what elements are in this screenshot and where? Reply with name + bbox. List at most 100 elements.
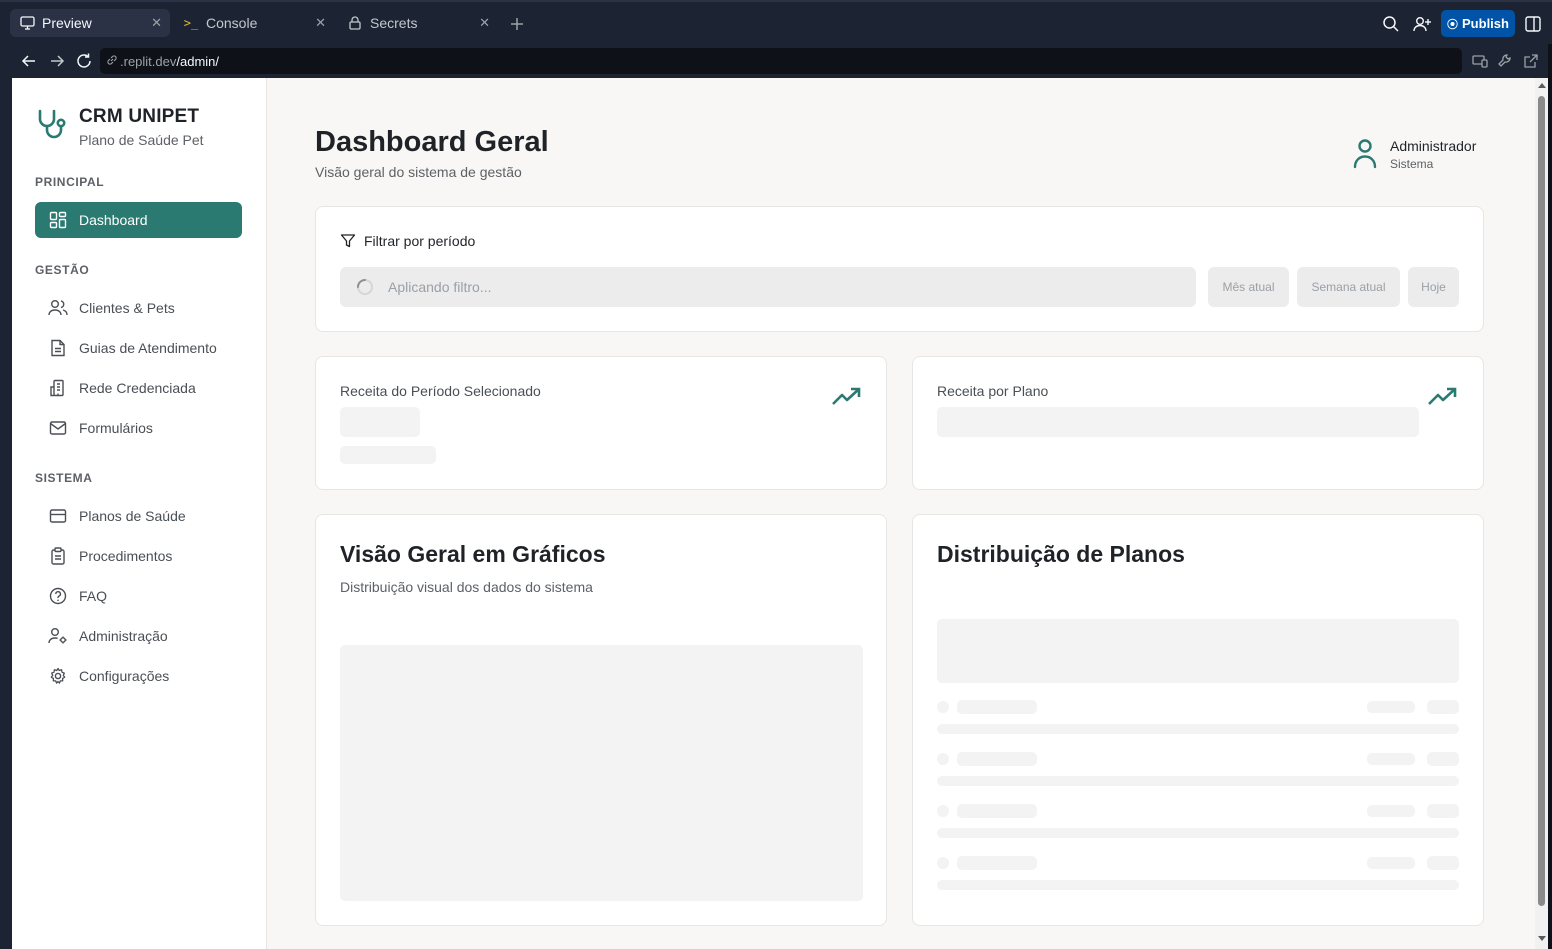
user-menu[interactable]: Administrador Sistema xyxy=(1350,136,1476,171)
trending-up-icon xyxy=(832,387,861,405)
skeleton-value xyxy=(340,407,420,437)
plan-revenue-label: Receita por Plano xyxy=(937,383,1049,399)
charts-card-title: Visão Geral em Gráficos xyxy=(340,541,606,567)
sidebar-item-label: Clientes & Pets xyxy=(79,300,175,316)
filter-placeholder: Aplicando filtro... xyxy=(388,279,492,295)
sidebar-item-label: Formulários xyxy=(79,420,153,436)
sidebar-item-planos[interactable]: Planos de Saúde xyxy=(35,498,242,534)
filter-title: Filtrar por período xyxy=(340,233,475,249)
credit-card-icon xyxy=(48,506,68,526)
sidebar-item-rede[interactable]: Rede Credenciada xyxy=(35,370,242,406)
building-icon xyxy=(48,378,68,398)
devices-icon[interactable] xyxy=(1471,52,1489,70)
left-gutter xyxy=(0,44,12,949)
nav-section-gestao: GESTÃO xyxy=(35,263,90,277)
sidebar-item-label: Dashboard xyxy=(79,212,148,228)
period-revenue-label: Receita do Período Selecionado xyxy=(340,383,541,399)
skeleton-bar xyxy=(937,776,1459,786)
skeleton-value xyxy=(937,407,1419,437)
reload-icon[interactable] xyxy=(75,52,93,70)
close-icon[interactable]: ✕ xyxy=(315,15,326,31)
preset-today-button[interactable]: Hoje xyxy=(1408,267,1459,307)
sidebar-item-clientes[interactable]: Clientes & Pets xyxy=(35,290,242,326)
user-role: Sistema xyxy=(1390,157,1434,171)
period-revenue-card: Receita do Período Selecionado xyxy=(315,356,887,490)
tab-label: Secrets xyxy=(370,15,418,31)
scrollbar-thumb[interactable] xyxy=(1538,96,1545,906)
sidebar-item-dashboard[interactable]: Dashboard xyxy=(35,202,242,238)
plans-distribution-card: Distribuição de Planos xyxy=(912,514,1484,926)
split-pane-icon[interactable] xyxy=(1523,14,1543,34)
sidebar-item-label: Administração xyxy=(79,628,168,644)
invite-user-icon[interactable] xyxy=(1412,14,1432,34)
lock-icon xyxy=(346,14,364,32)
monitor-icon xyxy=(18,14,36,32)
sidebar-item-administracao[interactable]: Administração xyxy=(35,618,242,654)
skeleton-value xyxy=(1427,804,1459,818)
sidebar-item-procedimentos[interactable]: Procedimentos xyxy=(35,538,242,574)
page-subtitle: Visão geral do sistema de gestão xyxy=(315,164,522,180)
sidebar-item-configuracoes[interactable]: Configurações xyxy=(35,658,242,694)
external-link-icon[interactable] xyxy=(1522,52,1540,70)
sidebar-item-formularios[interactable]: Formulários xyxy=(35,410,242,446)
skeleton-value xyxy=(1427,700,1459,714)
user-cog-icon xyxy=(48,626,68,646)
document-icon xyxy=(48,338,68,358)
url-bar: .replit.dev/admin/ xyxy=(12,44,1548,78)
terminal-icon: >_ xyxy=(183,16,199,30)
tab-console[interactable]: >_ Console ✕ xyxy=(174,9,334,37)
skeleton-bar xyxy=(937,880,1459,890)
sidebar-item-faq[interactable]: FAQ xyxy=(35,578,242,614)
skeleton-value xyxy=(1427,856,1459,870)
close-icon[interactable]: ✕ xyxy=(151,15,162,31)
wrench-icon[interactable] xyxy=(1496,52,1514,70)
vertical-scrollbar[interactable] xyxy=(1535,78,1548,949)
main-content: Dashboard Geral Visão geral do sistema d… xyxy=(267,78,1535,949)
users-icon xyxy=(48,298,68,318)
tab-secrets[interactable]: Secrets ✕ xyxy=(338,9,498,37)
skeleton-value xyxy=(1427,752,1459,766)
search-icon[interactable] xyxy=(1381,14,1401,34)
url-field[interactable]: .replit.dev/admin/ xyxy=(100,48,1462,74)
filter-title-label: Filtrar por período xyxy=(364,233,476,249)
url-host: .replit.dev xyxy=(120,53,177,69)
forward-arrow-icon[interactable] xyxy=(48,52,66,70)
scroll-down-icon[interactable] xyxy=(1538,936,1546,941)
user-icon xyxy=(1350,136,1380,170)
trending-up-icon xyxy=(1428,387,1457,405)
tab-label: Console xyxy=(206,15,258,31)
skeleton-bar xyxy=(937,828,1459,838)
loading-spinner-icon xyxy=(357,279,373,295)
skeleton-label xyxy=(957,856,1037,870)
tab-preview[interactable]: Preview ✕ xyxy=(10,9,170,37)
preview-viewport: CRM UNIPET Plano de Saúde Pet PRINCIPAL … xyxy=(12,78,1548,949)
skeleton-chart xyxy=(340,645,863,901)
publish-button[interactable]: ⦿ Publish xyxy=(1441,10,1515,37)
workspace-tab-bar: Preview ✕ >_ Console ✕ Secrets ✕ ⦿ Publi… xyxy=(0,0,1552,44)
skeleton-label xyxy=(957,804,1037,818)
add-tab-icon[interactable] xyxy=(507,14,527,34)
skeleton-dot xyxy=(937,701,949,713)
skeleton-bar xyxy=(937,724,1459,734)
stethoscope-icon xyxy=(35,108,69,142)
user-name: Administrador xyxy=(1390,138,1477,154)
gear-icon xyxy=(48,666,68,686)
skeleton-caption xyxy=(340,446,436,464)
sidebar-item-guias[interactable]: Guias de Atendimento xyxy=(35,330,242,366)
close-icon[interactable]: ✕ xyxy=(479,15,490,31)
publish-icon: ⦿ xyxy=(1447,18,1459,31)
sidebar-item-label: Configurações xyxy=(79,668,170,684)
brand: CRM UNIPET Plano de Saúde Pet xyxy=(35,106,204,148)
filter-card: Filtrar por período Aplicando filtro... … xyxy=(315,206,1484,332)
preset-month-button[interactable]: Mês atual xyxy=(1208,267,1289,307)
scroll-up-icon[interactable] xyxy=(1538,83,1546,88)
date-range-input[interactable]: Aplicando filtro... xyxy=(340,267,1196,307)
skeleton-dot xyxy=(937,857,949,869)
skeleton-label xyxy=(957,752,1037,766)
preset-week-button[interactable]: Semana atual xyxy=(1297,267,1400,307)
skeleton-value xyxy=(1367,805,1415,817)
plan-revenue-card: Receita por Plano xyxy=(912,356,1484,490)
sidebar-item-label: Guias de Atendimento xyxy=(79,340,217,356)
nav-section-sistema: SISTEMA xyxy=(35,471,93,485)
back-arrow-icon[interactable] xyxy=(20,52,38,70)
